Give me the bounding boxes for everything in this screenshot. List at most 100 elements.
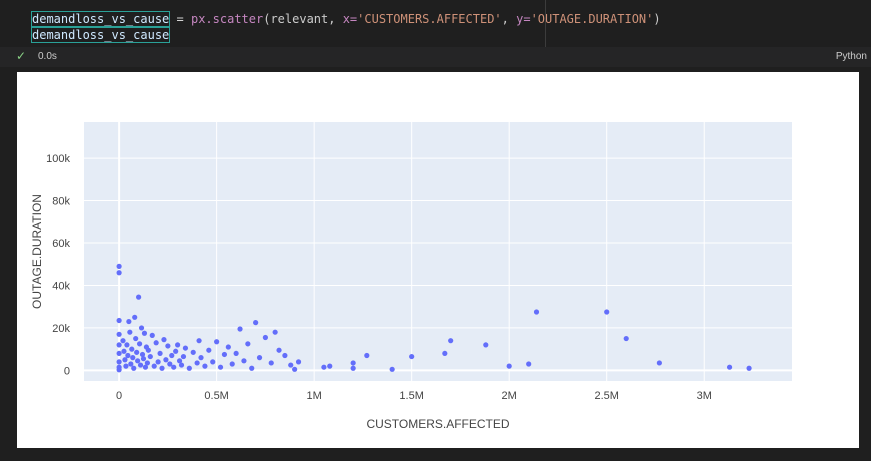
data-point[interactable] [448, 338, 454, 344]
data-point[interactable] [145, 347, 151, 353]
data-point[interactable] [194, 360, 200, 366]
data-point[interactable] [137, 362, 144, 368]
data-point[interactable] [151, 363, 157, 369]
data-point[interactable] [245, 341, 251, 347]
data-point[interactable] [125, 352, 131, 359]
data-point[interactable] [214, 339, 220, 345]
data-point[interactable] [116, 342, 122, 348]
data-point[interactable] [262, 334, 268, 341]
data-point[interactable] [295, 359, 302, 365]
data-point[interactable] [116, 317, 122, 324]
data-point[interactable] [127, 329, 133, 335]
data-point[interactable] [321, 364, 327, 370]
data-point[interactable] [116, 350, 122, 357]
data-point[interactable] [726, 364, 733, 370]
data-point[interactable] [141, 330, 148, 336]
data-point[interactable] [206, 347, 212, 353]
data-point[interactable] [120, 338, 126, 344]
data-point[interactable] [153, 340, 159, 346]
data-point[interactable] [241, 358, 247, 364]
data-point[interactable] [131, 365, 137, 371]
data-point[interactable] [237, 326, 243, 332]
data-point[interactable] [140, 356, 147, 362]
data-point[interactable] [136, 341, 143, 347]
data-point[interactable] [173, 348, 179, 354]
data-point[interactable] [133, 335, 139, 342]
data-point[interactable] [116, 270, 122, 276]
data-point[interactable] [409, 353, 415, 360]
data-point[interactable] [178, 362, 185, 368]
data-point[interactable] [190, 349, 196, 355]
data-point[interactable] [350, 365, 356, 371]
code-cell[interactable]: demandloss_vs_cause = px.scatter(relevan… [0, 0, 871, 47]
data-point[interactable] [180, 353, 187, 360]
data-point[interactable] [233, 350, 239, 357]
data-point[interactable] [116, 359, 122, 365]
data-point[interactable] [138, 325, 145, 331]
data-point[interactable] [182, 345, 189, 351]
data-point[interactable] [253, 320, 259, 326]
data-point[interactable] [623, 335, 629, 342]
data-point[interactable] [256, 355, 263, 361]
data-point[interactable] [217, 364, 224, 370]
data-point[interactable] [121, 348, 127, 354]
data-point[interactable] [159, 365, 165, 371]
data-point[interactable] [442, 350, 448, 357]
plot-area[interactable] [84, 122, 792, 381]
data-point[interactable] [128, 361, 134, 367]
scatter-chart[interactable]: 0 0.5M 1M 1.5M 2M 2.5M 3M 0 20k 40k 60k 80k 100k CUS… [17, 72, 859, 448]
data-point[interactable] [225, 344, 231, 350]
data-point[interactable] [656, 360, 662, 366]
code-line-2[interactable]: demandloss_vs_cause [30, 27, 171, 43]
data-point[interactable] [604, 309, 610, 315]
data-point[interactable] [163, 357, 169, 363]
data-point[interactable] [123, 363, 129, 369]
data-point[interactable] [126, 318, 132, 325]
data-point[interactable] [276, 347, 282, 353]
data-point[interactable] [124, 342, 130, 348]
data-point[interactable] [389, 366, 395, 372]
data-point[interactable] [149, 332, 155, 338]
data-point[interactable] [196, 338, 202, 344]
data-point[interactable] [282, 352, 288, 359]
data-point[interactable] [506, 363, 512, 369]
data-point[interactable] [249, 365, 255, 371]
data-point[interactable] [272, 329, 278, 335]
data-point[interactable] [186, 365, 192, 371]
data-point[interactable] [175, 342, 181, 348]
data-point[interactable] [327, 363, 333, 369]
data-point[interactable] [135, 358, 141, 364]
data-point[interactable] [169, 352, 175, 359]
data-point[interactable] [116, 263, 122, 269]
data-point[interactable] [132, 314, 138, 320]
data-point[interactable] [533, 309, 540, 315]
data-point[interactable] [526, 361, 532, 367]
data-point[interactable] [364, 352, 370, 359]
data-point[interactable] [198, 355, 204, 361]
data-point[interactable] [292, 366, 298, 372]
data-point[interactable] [210, 359, 216, 365]
data-point[interactable] [136, 294, 142, 300]
data-point[interactable] [288, 362, 294, 368]
data-point[interactable] [134, 349, 140, 355]
data-point[interactable] [122, 357, 128, 363]
data-point[interactable] [229, 361, 235, 367]
data-point[interactable] [116, 331, 122, 337]
data-point[interactable] [155, 359, 161, 365]
data-point[interactable] [171, 364, 177, 370]
data-point[interactable] [144, 360, 150, 366]
data-point[interactable] [129, 346, 135, 352]
data-point[interactable] [157, 350, 163, 357]
language-label[interactable]: Python [836, 51, 867, 62]
data-point[interactable] [147, 353, 153, 360]
data-point[interactable] [161, 337, 167, 343]
data-point[interactable] [350, 360, 356, 366]
data-point[interactable] [221, 351, 228, 358]
data-point[interactable] [130, 355, 136, 361]
data-point[interactable] [165, 343, 171, 349]
data-point[interactable] [116, 367, 122, 373]
data-point[interactable] [202, 363, 208, 369]
code-line-1[interactable]: demandloss_vs_cause = px.scatter(relevan… [30, 11, 661, 27]
data-point[interactable] [746, 365, 752, 371]
data-point[interactable] [268, 360, 274, 366]
